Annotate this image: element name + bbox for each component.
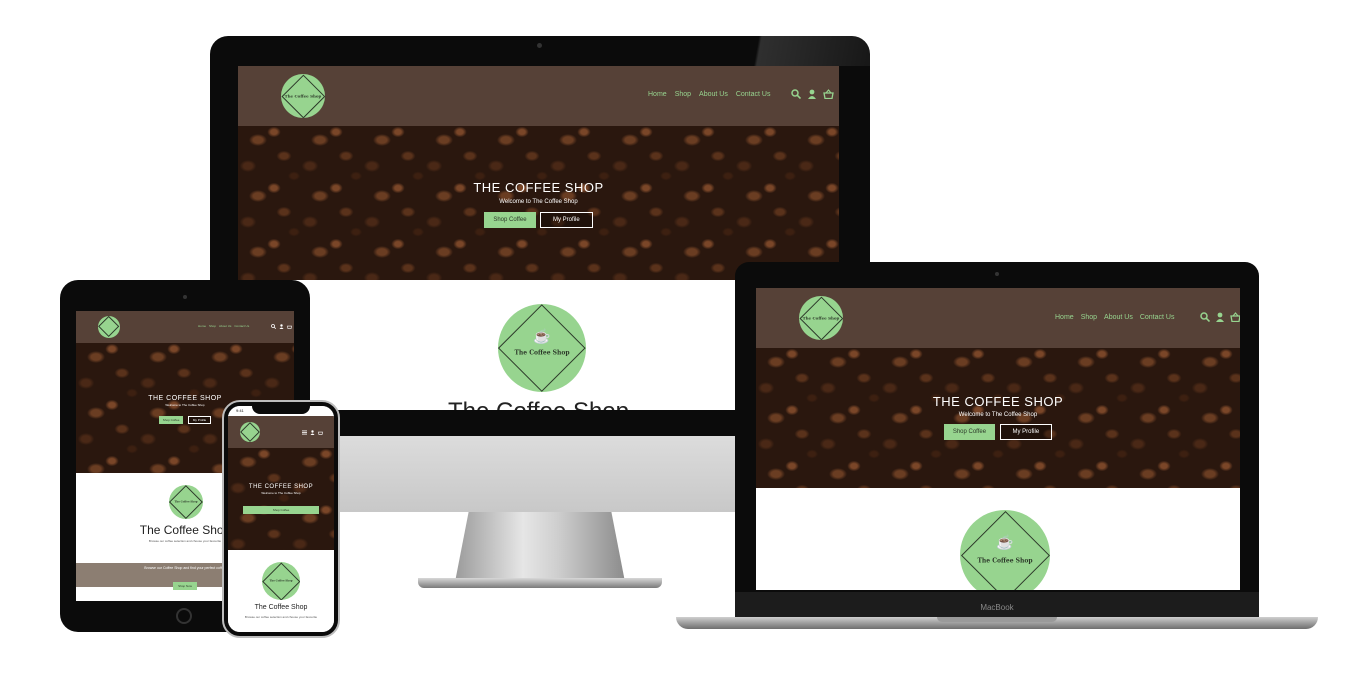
phone-hero-buttons: Shop Coffee: [228, 498, 334, 516]
tablet-logo-diamond: [98, 316, 120, 338]
basket-icon[interactable]: [823, 89, 834, 99]
laptop-shop-button[interactable]: Shop Coffee: [943, 424, 996, 440]
nav-icons: [791, 89, 834, 99]
tablet-band-button[interactable]: Shop Now: [173, 582, 197, 590]
section-logo: ☕ The Coffee Shop: [498, 304, 586, 392]
phone-section-text: Browse our coffee selection and choose y…: [244, 615, 318, 619]
site-navbar: The Coffee Shop Home Shop About Us Conta…: [238, 66, 839, 126]
coffee-cup-icon: ☕: [533, 328, 551, 344]
tablet-profile-button[interactable]: My Profile: [187, 416, 212, 424]
laptop-profile-button[interactable]: My Profile: [999, 424, 1053, 440]
laptop-nav-shop[interactable]: Shop: [1081, 314, 1097, 321]
phone-hero-content: THE COFFEE SHOP Welcome to The Coffee Sh…: [228, 484, 334, 516]
imac-glare: [730, 36, 870, 66]
tablet-camera: [183, 295, 187, 299]
hero-title: THE COFFEE SHOP: [473, 180, 604, 195]
user-icon[interactable]: [1215, 312, 1225, 322]
user-icon[interactable]: [807, 89, 817, 99]
laptop-camera: [995, 272, 999, 276]
user-icon[interactable]: [279, 324, 284, 329]
laptop-hero: THE COFFEE SHOP Welcome to The Coffee Sh…: [756, 348, 1240, 488]
apple-logo-icon: [522, 450, 558, 494]
laptop-nav-links: Home Shop About Us Contact Us: [1055, 314, 1174, 321]
phone-screen: 9:41 THE COFFEE SHOP Welcome to The Coff…: [228, 406, 334, 632]
laptop-section-logo: ☕ The Coffee Shop: [960, 510, 1050, 590]
phone-hero-subtitle: Welcome to The Coffee Shop: [261, 491, 301, 495]
shop-coffee-button[interactable]: Shop Coffee: [484, 212, 536, 228]
phone-section-title: The Coffee Shop: [254, 604, 308, 611]
phone-section-logo-text: The Coffee Shop: [269, 579, 293, 583]
section-logo-text: The Coffee Shop: [514, 349, 570, 357]
phone-hero-title: THE COFFEE SHOP: [248, 484, 314, 490]
basket-icon[interactable]: [287, 324, 292, 329]
imac-camera: [537, 43, 542, 48]
phone-section-logo: The Coffee Shop: [262, 562, 300, 600]
tablet-nav-links: Home Shop About Us Contact Us: [198, 324, 249, 328]
laptop-nav-contact[interactable]: Contact Us: [1140, 314, 1175, 321]
phone-shop-button[interactable]: Shop Coffee: [242, 506, 320, 514]
tablet-nav-contact[interactable]: Contact Us: [234, 324, 249, 328]
laptop-hero-subtitle: Welcome to The Coffee Shop: [958, 412, 1038, 418]
tablet-nav-home[interactable]: Home: [198, 324, 206, 328]
tablet-shop-button[interactable]: Shop Coffee: [158, 416, 184, 424]
search-icon[interactable]: [1200, 312, 1210, 322]
laptop-nav-about[interactable]: About Us: [1104, 314, 1133, 321]
site-logo[interactable]: The Coffee Shop: [281, 74, 325, 118]
phone-navbar: [228, 416, 334, 448]
tablet-section-logo-text: The Coffee Shop: [174, 500, 198, 504]
laptop-label: MacBook: [980, 603, 1014, 612]
tablet-section-logo: The Coffee Shop: [169, 485, 203, 519]
imac-stand: [455, 512, 625, 582]
tablet-nav-about[interactable]: About Us: [219, 324, 231, 328]
hero-subtitle: Welcome to The Coffee Shop: [499, 199, 578, 205]
hero-content: THE COFFEE SHOP Welcome to The Coffee Sh…: [238, 180, 839, 228]
imac-foot: [418, 578, 662, 588]
laptop-section-logo-text: The Coffee Shop: [977, 557, 1033, 565]
tablet-nav-shop[interactable]: Shop: [209, 324, 216, 328]
laptop-nav-icons: [1200, 312, 1240, 322]
phone-hero: THE COFFEE SHOP Welcome to The Coffee Sh…: [228, 448, 334, 550]
tablet-nav-icons: [271, 324, 292, 329]
user-icon[interactable]: [310, 430, 315, 435]
nav-link-home[interactable]: Home: [648, 91, 667, 98]
nav-link-contact[interactable]: Contact Us: [736, 91, 771, 98]
laptop-notch: [937, 617, 1057, 622]
nav-links: Home Shop About Us Contact Us: [648, 91, 770, 98]
basket-icon[interactable]: [318, 430, 323, 435]
search-icon[interactable]: [271, 324, 276, 329]
laptop-hero-content: THE COFFEE SHOP Welcome to The Coffee Sh…: [756, 394, 1240, 440]
device-mockup-stage: The Coffee Shop Home Shop About Us Conta…: [0, 0, 1345, 673]
nav-link-about[interactable]: About Us: [699, 91, 728, 98]
phone-nav-icons: [302, 430, 323, 435]
tablet-home-button: [176, 608, 192, 624]
logo-text: The Coffee Shop: [284, 93, 322, 99]
laptop-hero-buttons: Shop Coffee My Profile: [756, 420, 1240, 440]
my-profile-button[interactable]: My Profile: [540, 212, 593, 228]
phone-logo[interactable]: [240, 422, 260, 442]
phone-logo-diamond: [240, 422, 260, 442]
nav-link-shop[interactable]: Shop: [675, 91, 691, 98]
menu-icon[interactable]: [302, 430, 307, 435]
tablet-logo[interactable]: [98, 316, 120, 338]
coffee-cup-icon: ☕: [996, 534, 1014, 550]
laptop-logo[interactable]: The Coffee Shop: [799, 296, 843, 340]
laptop-screen: The Coffee Shop Home Shop About Us Conta…: [756, 288, 1240, 590]
laptop-hero-title: THE COFFEE SHOP: [932, 394, 1064, 409]
laptop-intro: ☕ The Coffee Shop: [756, 488, 1240, 590]
laptop-nav-home[interactable]: Home: [1055, 314, 1074, 321]
basket-icon[interactable]: [1230, 312, 1240, 322]
hero-buttons: Shop Coffee My Profile: [238, 208, 839, 228]
phone-time: 9:41: [236, 408, 244, 413]
phone-notch: [252, 405, 310, 414]
search-icon[interactable]: [791, 89, 801, 99]
laptop-logo-text: The Coffee Shop: [802, 315, 840, 321]
phone-intro: The Coffee Shop The Coffee Shop Browse o…: [228, 550, 334, 632]
tablet-navbar: Home Shop About Us Contact Us: [76, 311, 294, 343]
laptop-navbar: The Coffee Shop Home Shop About Us Conta…: [756, 288, 1240, 348]
hero-banner: THE COFFEE SHOP Welcome to The Coffee Sh…: [238, 126, 839, 280]
section-logo-diamond: [498, 304, 586, 392]
